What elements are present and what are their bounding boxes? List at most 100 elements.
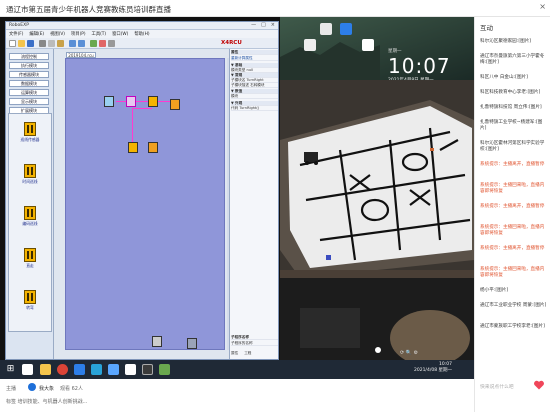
download-icon[interactable] <box>99 40 106 47</box>
panel-tabs: 属性 工程 <box>231 351 278 356</box>
turn-block[interactable] <box>148 142 158 153</box>
straight-block[interactable] <box>128 142 138 153</box>
prop-footer-title: 子程序名称 <box>231 335 278 340</box>
browser-icon[interactable] <box>57 364 68 375</box>
copy-icon[interactable] <box>48 40 55 47</box>
properties-tab[interactable]: 重新计算属性 <box>231 56 278 61</box>
tray-clock: 10:07 2021/4/08 星期一 <box>413 362 452 373</box>
line-sensor-icon <box>24 122 36 136</box>
cut-icon[interactable] <box>39 40 46 47</box>
host-name[interactable]: 我大象 <box>39 385 54 392</box>
selected-block[interactable] <box>126 96 136 107</box>
app-icon[interactable] <box>159 364 170 375</box>
turn-icon <box>24 290 36 304</box>
window-controls: — □ × <box>251 22 275 28</box>
prop-row[interactable]: 代码 TurnRight() <box>231 106 278 111</box>
app-icon[interactable] <box>108 364 119 375</box>
app-icon[interactable] <box>91 364 102 375</box>
category-operations[interactable]: 运算模块 <box>9 89 49 96</box>
menu-project[interactable]: 项目(P) <box>71 31 86 37</box>
chat-image-badge[interactable]: [图片] <box>529 105 542 110</box>
tab-properties[interactable]: 属性 <box>231 351 238 356</box>
menu-edit[interactable]: 编辑(E) <box>29 31 44 37</box>
stop-block[interactable] <box>187 338 197 349</box>
chat-message: 科区科技教育中心李老:[图片] <box>480 90 548 96</box>
chat-image-badge[interactable]: [图片] <box>495 288 508 293</box>
redo-icon[interactable] <box>78 40 85 47</box>
connection-wire <box>132 108 133 144</box>
camera-feed <box>280 80 474 278</box>
maximize-icon[interactable]: □ <box>261 22 266 28</box>
tag-line: 标签 培训技能、与机器人创新挑战... <box>6 399 88 405</box>
app-icon[interactable] <box>125 364 136 375</box>
tab-project[interactable]: 工程 <box>244 351 251 356</box>
start-icon[interactable]: ⊞ <box>5 364 16 375</box>
host-label: 主播 <box>6 386 17 392</box>
menu-view[interactable]: 视图(V) <box>50 31 65 37</box>
chat-image-badge[interactable]: [图片] <box>486 60 499 65</box>
search-icon[interactable] <box>22 364 33 375</box>
turn-block[interactable] <box>148 96 158 107</box>
save-icon[interactable] <box>27 40 34 47</box>
chat-message-text: 扎鲁特旗工业学校~杨建军: <box>480 120 536 125</box>
palette-item[interactable]: 转弯 <box>19 290 41 311</box>
palette-item[interactable]: 直走 <box>19 248 41 269</box>
chat-message: 系统提示：主播离开，直播暂停 <box>480 204 548 210</box>
chat-message-text: 系统提示：主播离开，直播暂停 <box>480 162 545 167</box>
chat-message-text: 科区八中 白金山: <box>480 75 516 80</box>
chat-header: 互动 <box>480 24 493 32</box>
menu-window[interactable]: 窗口(W) <box>112 31 128 37</box>
menu-file[interactable]: 文件(F) <box>9 31 23 37</box>
roboexp-window[interactable]: RoboEXP — □ × 文件(F) 编辑(E) 视图(V) 项目(P) 工具… <box>5 21 279 360</box>
minimize-icon[interactable]: — <box>251 22 256 28</box>
start-block[interactable] <box>104 96 114 107</box>
chat-image-badge[interactable]: [图片] <box>528 90 541 95</box>
paste-icon[interactable] <box>57 40 64 47</box>
app-icon[interactable] <box>142 364 153 375</box>
open-folder-icon[interactable] <box>18 40 25 47</box>
chat-input[interactable]: 快来说点什么吧 <box>480 383 514 390</box>
chat-image-badge[interactable]: [图片] <box>518 39 531 44</box>
menu-tools[interactable]: 工具(T) <box>92 31 107 37</box>
module-palette: 巡线传感器 时间巡线 编码巡线 直走 转弯 <box>8 113 52 332</box>
settings-icon[interactable] <box>108 40 115 47</box>
category-actuators[interactable]: 执行模块 <box>9 62 49 69</box>
palette-item[interactable]: 编码巡线 <box>19 206 41 227</box>
compile-icon[interactable] <box>90 40 97 47</box>
app-title: RoboEXP <box>9 23 29 28</box>
line-block[interactable] <box>170 99 180 110</box>
folder-icon[interactable] <box>40 364 51 375</box>
palette-item[interactable]: 巡线传感器 <box>19 122 41 143</box>
chat-image-badge[interactable]: [图片] <box>486 147 499 152</box>
palette-item[interactable]: 时间巡线 <box>19 164 41 185</box>
properties-header: 属性 <box>231 50 278 55</box>
svg-text:⟳ 🔍 ⚙: ⟳ 🔍 ⚙ <box>400 349 419 356</box>
prop-row[interactable]: 模块 <box>231 94 278 99</box>
category-sensors[interactable]: 传感器模块 <box>9 71 49 78</box>
prop-row[interactable]: 子模块描述 右转模块 <box>231 83 278 88</box>
close-icon[interactable]: × <box>271 22 275 28</box>
app-icon[interactable] <box>74 364 85 375</box>
new-file-icon[interactable] <box>9 40 16 47</box>
chat-image-badge[interactable]: [图片] <box>532 324 545 329</box>
desktop-app-icon[interactable] <box>304 39 316 51</box>
chat-image-badge[interactable]: [图片] <box>515 75 528 80</box>
avatar[interactable] <box>28 383 36 391</box>
desktop-app-icon[interactable] <box>362 39 374 51</box>
chat-message: 扎鲁特旗科技馆 周立伟:[图片] <box>480 105 548 111</box>
desktop-app-icon[interactable] <box>320 23 332 35</box>
chat-image-badge[interactable]: [图片] <box>534 303 547 308</box>
category-data[interactable]: 数据模块 <box>9 80 49 87</box>
desktop-app-icon[interactable] <box>340 23 352 35</box>
like-icon[interactable] <box>533 379 545 391</box>
category-display[interactable]: 显示模块 <box>9 98 49 105</box>
close-icon[interactable]: × <box>539 2 546 11</box>
menu-help[interactable]: 帮助(H) <box>134 31 149 37</box>
undo-icon[interactable] <box>69 40 76 47</box>
chat-message-text: 科尔沁区聚德家园: <box>480 39 519 44</box>
category-flow-control[interactable]: 流程控制 <box>9 53 49 60</box>
chat-message: 系统提示：主播离开，直播暂停 <box>480 162 548 168</box>
chat-message-text: 科区科技教育中心李老: <box>480 90 528 95</box>
end-block[interactable] <box>152 336 162 347</box>
program-canvas[interactable] <box>65 58 225 350</box>
